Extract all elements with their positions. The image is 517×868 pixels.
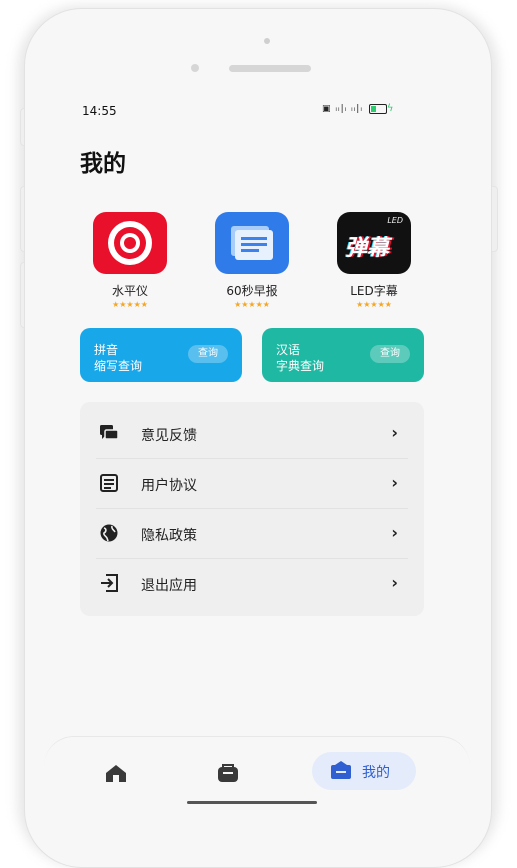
feedback-icon: [100, 425, 119, 440]
rating-stars: ★★★★★: [234, 300, 270, 309]
status-icons: ▣ ᵢᵢ|ᵢ ᵢᵢ|ᵢ ϟ: [322, 103, 394, 114]
earpiece-speaker: [229, 65, 311, 72]
settings-menu: 意见反馈 › 用户协议 › 隐私政策 › 退出应用 ›: [80, 402, 424, 616]
chevron-right-icon: ›: [391, 523, 398, 542]
menu-item-exit-app[interactable]: 退出应用 ›: [80, 558, 424, 608]
menu-label: 用户协议: [141, 478, 197, 494]
card-title: 拼音: [94, 343, 119, 357]
page-title: 我的: [80, 151, 126, 177]
menu-item-feedback[interactable]: 意见反馈 ›: [80, 408, 424, 458]
menu-label: 隐私政策: [141, 528, 197, 544]
tab-label: 我的: [362, 765, 390, 781]
home-indicator[interactable]: [187, 801, 317, 804]
query-button[interactable]: 查询: [188, 345, 228, 363]
bag-icon: [218, 764, 238, 782]
battery-icon: [368, 103, 387, 114]
dictionary-query-card[interactable]: 汉语 字典查询 查询: [262, 328, 424, 382]
menu-label: 意见反馈: [141, 428, 197, 444]
exit-icon: [101, 574, 118, 592]
home-icon: [106, 765, 126, 782]
tab-mine[interactable]: 我的: [312, 752, 416, 790]
front-camera: [191, 64, 199, 72]
profile-icon: [331, 761, 351, 779]
chevron-right-icon: ›: [391, 573, 398, 592]
app-level[interactable]: 水平仪 ★★★★★: [80, 212, 180, 309]
led-danmu-icon: LED 弹幕: [337, 212, 411, 274]
query-button[interactable]: 查询: [370, 345, 410, 363]
charging-icon: ϟ: [386, 103, 395, 114]
card-subtitle: 字典查询: [276, 359, 325, 373]
globe-icon: [100, 524, 118, 542]
document-icon: [100, 474, 118, 492]
front-sensor: [264, 38, 270, 44]
led-badge: LED: [387, 216, 403, 225]
tab-bag[interactable]: [210, 755, 246, 793]
danmu-text: 弹幕: [345, 236, 390, 261]
menu-item-user-agreement[interactable]: 用户协议 ›: [80, 458, 424, 508]
app-name: LED字幕: [350, 284, 398, 298]
rating-stars: ★★★★★: [356, 300, 392, 309]
app-grid: 水平仪 ★★★★★ 60秒早报 ★★★★★ LED 弹幕 LED字幕 ★★★★★: [80, 212, 425, 312]
newspaper-icon: [215, 212, 289, 274]
app-name: 水平仪: [111, 284, 148, 298]
tab-home[interactable]: [98, 755, 134, 793]
app-name: 60秒早报: [226, 284, 278, 298]
menu-label: 退出应用: [141, 578, 197, 594]
status-time: 14:55: [82, 104, 117, 118]
menu-item-privacy-policy[interactable]: 隐私政策 ›: [80, 508, 424, 558]
rating-stars: ★★★★★: [112, 300, 148, 309]
target-icon: [93, 212, 167, 274]
card-subtitle: 缩写查询: [94, 359, 143, 373]
pinyin-query-card[interactable]: 拼音 缩写查询 查询: [80, 328, 242, 382]
app-news[interactable]: 60秒早报 ★★★★★: [202, 212, 302, 309]
app-led-subtitle[interactable]: LED 弹幕 LED字幕 ★★★★★: [324, 212, 424, 309]
chevron-right-icon: ›: [391, 473, 398, 492]
card-title: 汉语: [276, 343, 301, 357]
chevron-right-icon: ›: [391, 423, 398, 442]
signal-icons: ▣ ᵢᵢ|ᵢ ᵢᵢ|ᵢ: [322, 104, 363, 114]
